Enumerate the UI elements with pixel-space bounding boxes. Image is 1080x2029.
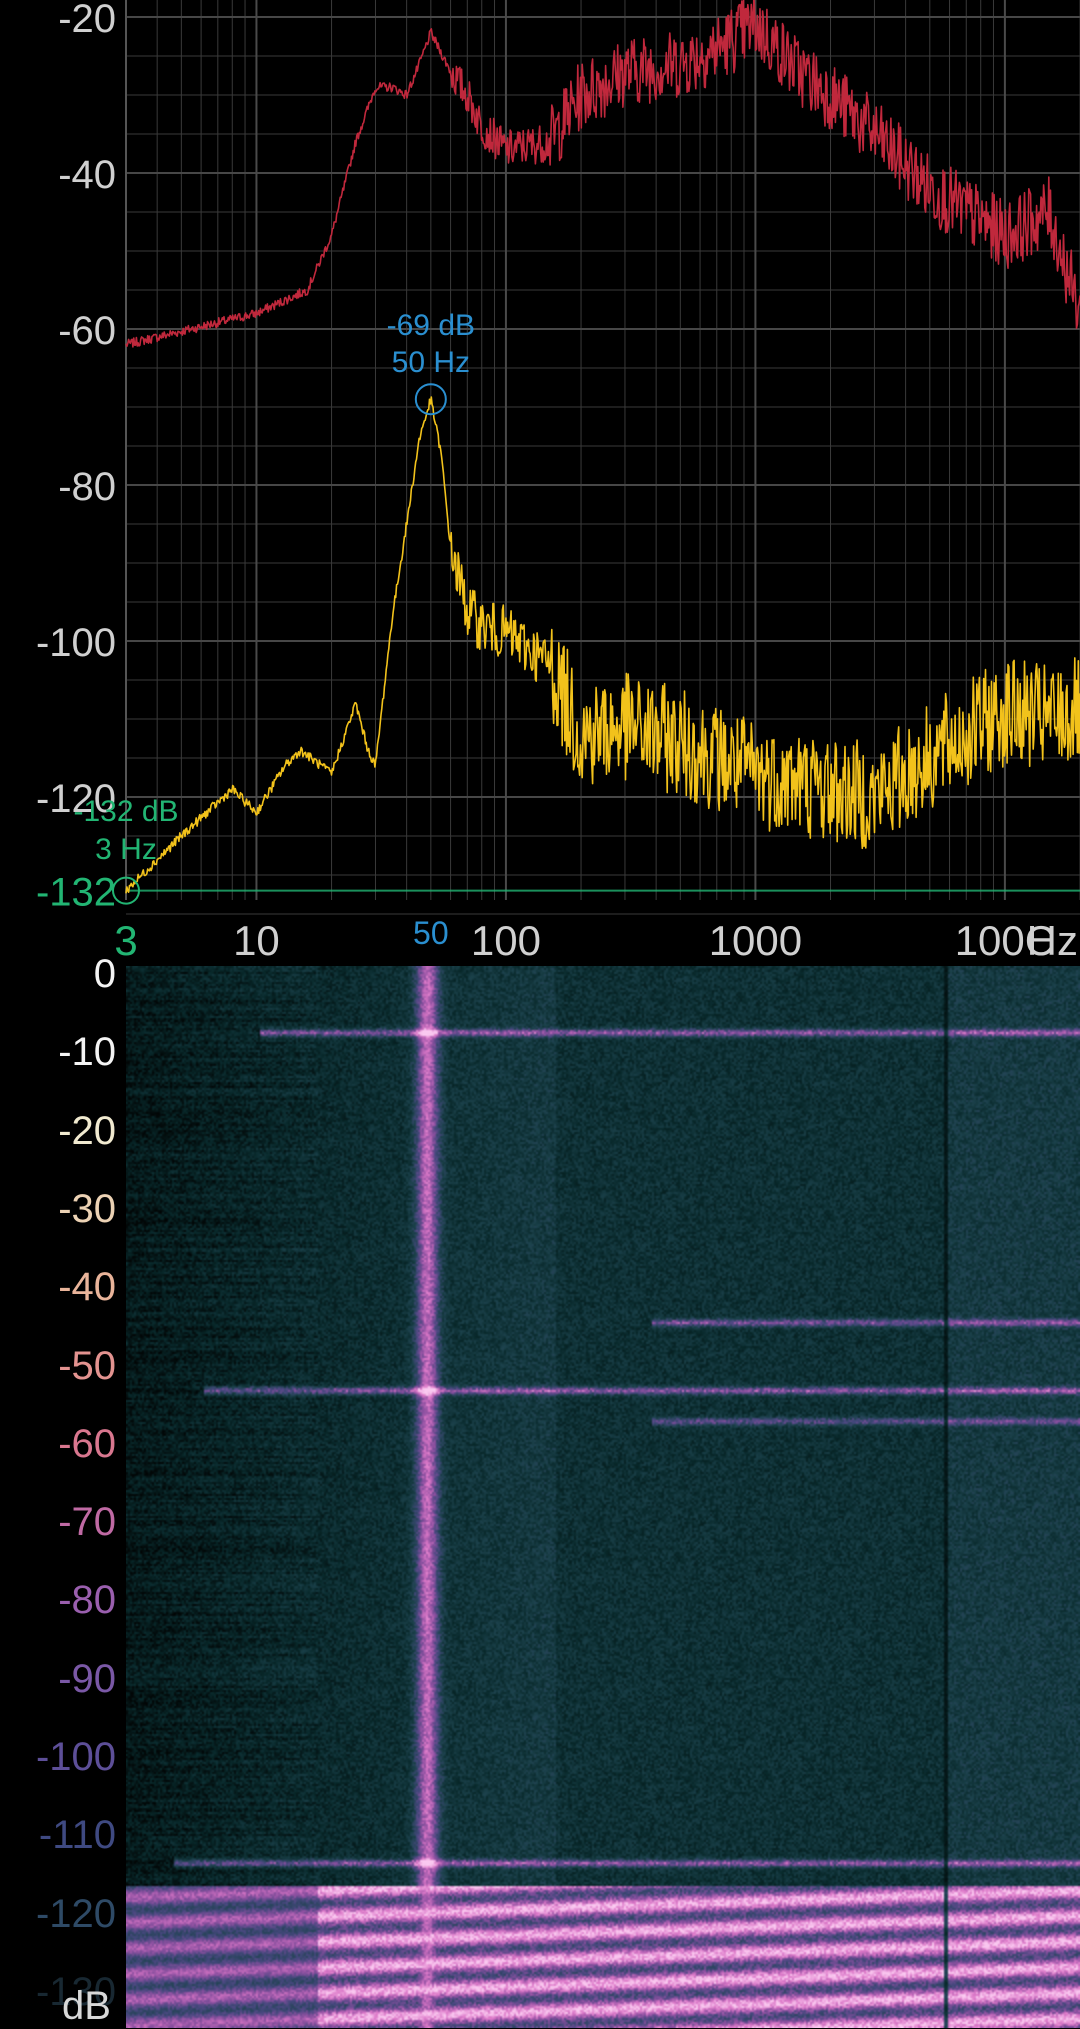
spectrogram-canvas[interactable]: [126, 966, 1080, 2028]
x-tick-label: 100: [471, 917, 541, 960]
spectrogram-time-tick: -80: [58, 1578, 116, 1623]
x-axis-unit: Hz: [1027, 917, 1078, 960]
spectrogram-time-tick: -120: [35, 1891, 116, 1936]
spectrum-chart[interactable]: -20-40-60-80-100-120 10 100 1000 100C Hz -6…: [0, 0, 1080, 960]
y-axis-ticks: -20-40-60-80-100-120: [36, 0, 116, 821]
x-tick-label: 10: [233, 917, 280, 960]
spectrogram-panel[interactable]: [126, 966, 1080, 2028]
spectrogram-time-axis: 0 -10 -20 -30 -40 -50 -60 -70 -80 -90 -100 -110 -120…: [0, 954, 126, 2028]
spectrogram-time-tick: -90: [58, 1656, 116, 1701]
y-tick-label: -40: [58, 153, 116, 197]
y-tick-label: -100: [36, 621, 116, 665]
min-hz-label: 3 Hz: [95, 833, 157, 866]
spectrogram-time-tick: -50: [58, 1343, 116, 1388]
spectrogram-time-tick: -10: [58, 1030, 116, 1075]
spectrogram-time-tick: -100: [35, 1735, 116, 1779]
peak-x-label: 50: [413, 915, 449, 951]
spectrogram-unit-label: dB: [62, 1984, 111, 2028]
x-axis-ticks: 10 100 1000 100C: [233, 917, 1055, 960]
x-tick-label: 1000: [709, 917, 802, 960]
min-db-label: -132 dB: [73, 795, 178, 828]
peak-db-label: -69 dB: [387, 309, 475, 342]
y-tick-label: -20: [58, 0, 116, 41]
min-x-label: 3: [114, 917, 137, 960]
spectrogram-time-tick: -70: [58, 1500, 116, 1545]
spectrogram-time-tick: -20: [58, 1108, 116, 1153]
spectrogram-time-tick: -40: [58, 1265, 116, 1310]
y-tick-label: -60: [58, 309, 116, 353]
spectrogram-time-tick: -60: [58, 1421, 116, 1466]
min-axis-label: -132: [36, 871, 116, 915]
spectrogram-time-tick: 0: [93, 952, 116, 996]
spectrogram-time-tick: -30: [58, 1186, 116, 1231]
spectrogram-time-tick: -110: [38, 1813, 116, 1858]
peak-hz-label: 50 Hz: [392, 346, 470, 379]
y-tick-label: -80: [58, 465, 116, 509]
yellow-trace: [125, 396, 1080, 894]
